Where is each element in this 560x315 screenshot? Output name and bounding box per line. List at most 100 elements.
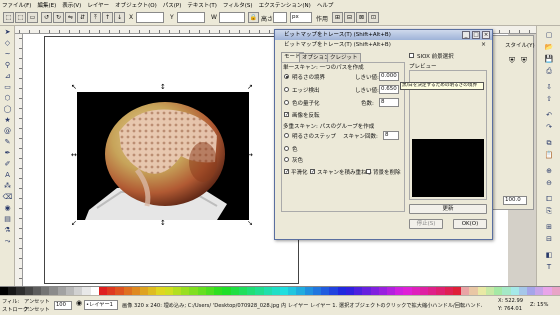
y-field[interactable] [177,12,205,23]
scale-handle-n[interactable]: ↕ [160,84,166,91]
redo-icon[interactable]: ↷ [542,122,556,132]
zoom-tool-icon[interactable]: ⚲ [2,61,13,70]
duplicate-icon[interactable]: ⧠ [542,194,556,204]
menu-item-8[interactable]: エクステンション(N) [259,1,311,9]
paste-icon[interactable]: 📋 [542,150,556,160]
menu-item-9[interactable]: ヘルプ [317,1,334,9]
w-field[interactable] [219,12,245,23]
close-icon[interactable]: × [482,31,490,39]
scale-handle-e[interactable]: ↔ [247,152,253,159]
rotate-ccw-icon[interactable]: ↺ [41,12,52,23]
undo-icon[interactable]: ↶ [542,110,556,120]
menu-item-3[interactable]: レイヤー [87,1,109,9]
update-button[interactable]: 更新 [409,204,487,214]
maximize-icon[interactable]: □ [472,31,480,39]
scale-handle-nw[interactable]: ↖ [71,84,77,91]
copy-icon[interactable]: ⧉ [542,138,556,148]
select-all-layers-icon[interactable]: ⬚ [15,12,26,23]
pencil-tool-icon[interactable]: ✎ [2,138,13,147]
radio-color[interactable] [284,146,289,151]
menu-item-5[interactable]: パス(P) [163,1,182,9]
print-icon[interactable]: ⎙ [542,66,556,76]
pen-tool-icon[interactable]: ✒ [2,149,13,158]
flip-h-icon[interactable]: ⇋ [65,12,76,23]
tweak-tool-icon[interactable]: ~ [2,50,13,59]
raise-top-icon[interactable]: ⤒ [90,12,101,23]
menu-item-6[interactable]: テキスト(T) [187,1,217,9]
zoom-sel-icon[interactable]: ⊕ [542,166,556,176]
stop-button[interactable]: 停止(S) [409,219,443,229]
spray-tool-icon[interactable]: ⁂ [2,182,13,191]
ellipse-tool-icon[interactable]: ◯ [2,105,13,114]
new-doc-icon[interactable]: ▢ [542,30,556,40]
dialog-titlebar[interactable]: ビットマップをトレース(T) (Shift+Alt+B) [275,30,492,40]
lower-icon[interactable]: ↓ [114,12,125,23]
raise-icon[interactable]: ↑ [102,12,113,23]
save-icon[interactable]: 💾 [542,54,556,64]
layer-select[interactable]: •レイヤー1 [84,300,118,310]
menu-item-4[interactable]: オブジェクト(O) [115,1,157,9]
spiral-tool-icon[interactable]: @ [2,127,13,136]
gradient-tool-icon[interactable]: ▤ [2,215,13,224]
connector-tool-icon[interactable]: ⤳ [2,237,13,246]
flip-v-icon[interactable]: ⇵ [77,12,88,23]
rotate-cw-icon[interactable]: ↻ [53,12,64,23]
x-field[interactable] [136,12,164,23]
tab-credits[interactable]: クレジット [327,53,361,62]
open-icon[interactable]: 📂 [542,42,556,52]
scale-handle-sw[interactable]: ↙ [71,220,77,227]
colors-field[interactable]: 8 [379,98,399,107]
threshold-field[interactable]: 0.000 [379,72,399,81]
deselect-icon[interactable]: ▭ [27,12,38,23]
text-font-icon[interactable]: T [542,262,556,272]
radio-color-quant[interactable] [284,100,289,105]
calligraphy-tool-icon[interactable]: ✐ [2,160,13,169]
radio-brightness[interactable] [284,74,289,79]
stack-checkbox[interactable]: ✓ [310,169,315,175]
radio-gray[interactable] [284,157,289,162]
fill-value[interactable]: アンセット [24,298,50,305]
dropper-tool-icon[interactable]: ⚗ [2,226,13,235]
measure-tool-icon[interactable]: ⊿ [2,72,13,81]
scale-handle-s[interactable]: ↕ [160,220,166,227]
minimize-icon[interactable]: _ [462,31,470,39]
move-gradient-icon[interactable]: ⊠ [356,12,367,23]
menu-item-1[interactable]: 編集(E) [37,1,56,9]
rect-tool-icon[interactable]: ▭ [2,83,13,92]
menu-item-7[interactable]: フィルタ(S) [223,1,253,9]
opacity-field[interactable]: 100 [54,301,72,310]
eraser-tool-icon[interactable]: ⌫ [2,193,13,202]
edge-threshold-field[interactable]: 0.650 [379,85,399,94]
siox-checkbox[interactable] [409,53,414,58]
scale-radius-icon[interactable]: ⊟ [344,12,355,23]
bucket-tool-icon[interactable]: ◉ [2,204,13,213]
group-icon[interactable]: ⊞ [542,222,556,232]
scale-handle-ne[interactable]: ↗ [247,84,253,91]
fill-stroke-icon[interactable]: ◧ [542,250,556,260]
star-tool-icon[interactable]: ★ [2,116,13,125]
select-all-icon[interactable]: ⬚ [3,12,14,23]
scale-handle-w[interactable]: ↔ [71,152,77,159]
clone-icon[interactable]: ⎘ [542,206,556,216]
move-pattern-icon[interactable]: ⊡ [368,12,379,23]
scale-handle-se[interactable]: ↘ [247,220,253,227]
close-panel-icon[interactable]: × [481,41,486,48]
lock-icon[interactable]: 🔒 [248,12,259,23]
menu-item-0[interactable]: ファイル(F) [2,1,31,9]
zoom-draw-icon[interactable]: ⊖ [542,178,556,188]
import-icon[interactable]: ⇩ [542,82,556,92]
eye-icon[interactable]: ◉ [76,299,82,307]
bitmap-image[interactable] [77,92,249,220]
text-tool-icon[interactable]: A [2,171,13,180]
selector-tool-icon[interactable]: ➤ [2,28,13,37]
ungroup-icon[interactable]: ⊟ [542,234,556,244]
invert-checkbox[interactable]: ✓ [284,112,289,118]
export-icon[interactable]: ⇧ [542,94,556,104]
remove-bg-checkbox[interactable] [366,169,371,174]
menu-item-2[interactable]: 表示(V) [62,1,81,9]
unit-select[interactable]: px [290,12,312,23]
stroke-value[interactable]: アンセット [24,306,50,313]
node-tool-icon[interactable]: ◇ [2,39,13,48]
h-field[interactable] [273,12,287,23]
dock-value-field[interactable]: 100.0 [503,196,527,205]
